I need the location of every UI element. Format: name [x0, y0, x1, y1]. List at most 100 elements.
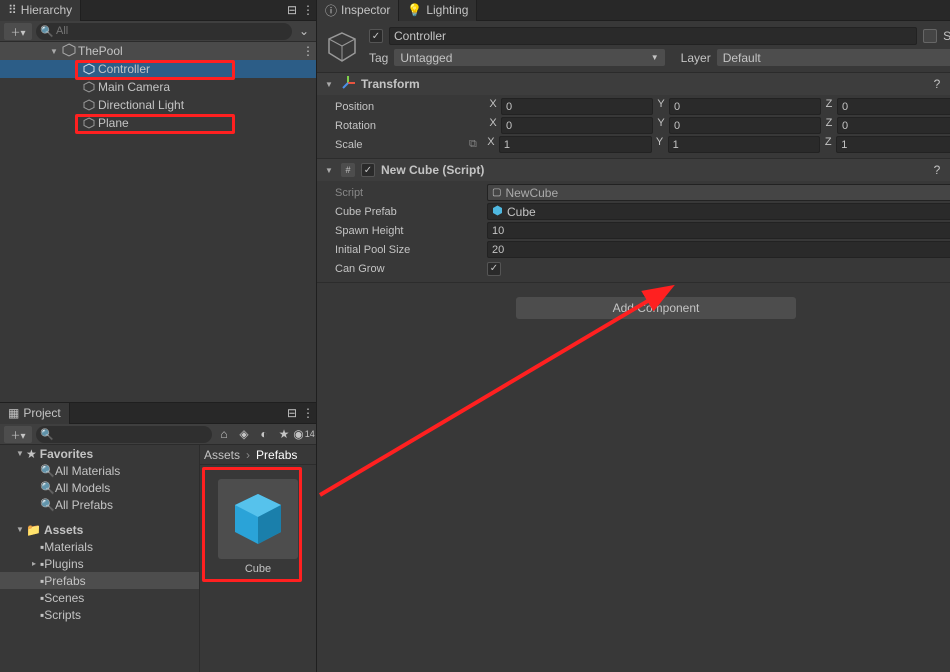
chevron-right-icon: ›	[246, 448, 250, 462]
scale-x-input[interactable]	[499, 136, 652, 153]
folder-label: Plugins	[44, 557, 83, 571]
gameobject-enabled-checkbox[interactable]: ✓	[369, 29, 383, 43]
search-icon: 🔍	[40, 498, 55, 512]
static-label: Static	[943, 29, 950, 43]
assets-label: Assets	[44, 523, 83, 537]
add-component-button[interactable]: Add Component	[516, 297, 796, 319]
folder-item[interactable]: ▪ Scenes	[0, 589, 199, 606]
scene-menu-icon[interactable]: ⋮	[300, 43, 316, 59]
hierarchy-item-dirlight[interactable]: Directional Light	[0, 96, 316, 114]
foldout-icon[interactable]: ▼	[323, 166, 335, 175]
project-tab[interactable]: ▦ Project	[0, 403, 70, 424]
hierarchy-search-input[interactable]	[56, 25, 286, 37]
position-y-input[interactable]	[669, 98, 821, 115]
breadcrumb-item[interactable]: Prefabs	[256, 448, 297, 462]
asset-grid[interactable]: Cube	[200, 465, 316, 672]
asset-item-cube[interactable]: Cube	[214, 479, 302, 575]
position-z-input[interactable]	[837, 98, 950, 115]
hierarchy-item-plane[interactable]: Plane	[0, 114, 316, 132]
hierarchy-tree[interactable]: ▼ ThePool ⋮ Controller Main Camera	[0, 42, 316, 402]
hierarchy-item-label: Plane	[98, 116, 129, 130]
script-reference-field[interactable]: ▢NewCube ◉	[487, 184, 950, 201]
fav-item[interactable]: 🔍 All Models	[0, 479, 199, 496]
folder-item-prefabs[interactable]: ▪ Prefabs	[0, 572, 199, 589]
layer-dropdown[interactable]: Default ▼	[717, 49, 950, 66]
rotation-x-input[interactable]	[501, 117, 653, 134]
transform-icon	[341, 76, 355, 93]
folder-label: Scenes	[44, 591, 84, 605]
component-enabled-checkbox[interactable]: ✓	[361, 163, 375, 177]
tag-dropdown[interactable]: Untagged ▼	[394, 49, 664, 66]
panel-menu-icon[interactable]: ⋮	[300, 2, 316, 18]
favorites-header[interactable]: ▼ ★ Favorites	[0, 445, 199, 462]
rotation-z-input[interactable]	[837, 117, 950, 134]
add-component-label: Add Component	[613, 301, 700, 315]
breadcrumb-item[interactable]: Assets	[204, 448, 240, 462]
search-icon: 🔍	[40, 428, 54, 441]
foldout-icon[interactable]: ▼	[323, 80, 335, 89]
hierarchy-item-controller[interactable]: Controller	[0, 60, 316, 78]
constrain-icon[interactable]: ⧉	[469, 138, 477, 151]
asset-thumbnail	[218, 479, 298, 559]
foldout-icon[interactable]: ▼	[48, 47, 60, 56]
cubeprefab-field[interactable]: Cube ◉	[487, 203, 950, 220]
fav-item[interactable]: 🔍 All Materials	[0, 462, 199, 479]
folder-item[interactable]: ▪ Materials	[0, 538, 199, 555]
gameobject-large-icon[interactable]	[325, 30, 359, 64]
assets-header[interactable]: ▼ 📁 Assets	[0, 521, 199, 538]
spawnheight-input[interactable]	[487, 222, 950, 239]
hierarchy-dropdown-icon[interactable]: ⌄	[296, 23, 312, 39]
folder-label: Materials	[44, 540, 93, 554]
project-search-input[interactable]	[56, 428, 206, 440]
prefab-icon	[492, 205, 503, 219]
scene-row[interactable]: ▼ ThePool ⋮	[0, 42, 316, 60]
lock-icon[interactable]: ⊟	[284, 2, 300, 18]
scene-name: ThePool	[78, 44, 123, 58]
hierarchy-item-label: Directional Light	[98, 98, 184, 112]
search-folder-icon[interactable]: ⌂	[216, 426, 232, 442]
search-type-icon[interactable]: ◈	[236, 426, 252, 442]
lighting-tab[interactable]: 💡 Lighting	[399, 0, 477, 21]
folder-item[interactable]: ▪ Scripts	[0, 606, 199, 623]
visibility-icon[interactable]: ◉14	[296, 426, 312, 442]
light-icon: 💡	[407, 3, 422, 17]
script-icon: #	[341, 163, 355, 177]
gameobject-name-input[interactable]	[389, 27, 917, 45]
panel-menu-icon[interactable]: ⋮	[300, 405, 316, 421]
info-icon: ⓘ	[325, 2, 337, 19]
add-gameobject-button[interactable]: ＋▾	[4, 23, 32, 40]
help-icon[interactable]: ?	[929, 76, 945, 92]
position-x-input[interactable]	[501, 98, 653, 115]
folder-item[interactable]: ▸▪ Plugins	[0, 555, 199, 572]
fav-item-label: All Materials	[55, 464, 120, 478]
component-title: New Cube (Script)	[381, 163, 923, 177]
fav-item[interactable]: 🔍 All Prefabs	[0, 496, 199, 513]
tag-value: Untagged	[400, 51, 452, 65]
help-icon[interactable]: ?	[929, 162, 945, 178]
spawnheight-label: Spawn Height	[323, 225, 483, 237]
scale-y-input[interactable]	[668, 136, 821, 153]
cangrow-label: Can Grow	[323, 263, 483, 275]
initialpool-input[interactable]	[487, 241, 950, 258]
scale-label: Scale	[323, 139, 483, 151]
favorite-icon[interactable]: ★	[276, 426, 292, 442]
project-tab-label: Project	[23, 406, 60, 420]
gameobject-icon	[82, 98, 96, 112]
project-search[interactable]: 🔍	[36, 426, 212, 443]
lock-icon[interactable]: ⊟	[284, 405, 300, 421]
cangrow-checkbox[interactable]: ✓	[487, 262, 501, 276]
inspector-tab[interactable]: ⓘ Inspector	[317, 0, 399, 21]
scale-z-input[interactable]	[836, 136, 950, 153]
project-tree[interactable]: ▼ ★ Favorites 🔍 All Materials 🔍 All Mode…	[0, 445, 200, 672]
hierarchy-item-label: Main Camera	[98, 80, 170, 94]
tag-label: Tag	[369, 51, 388, 65]
search-label-icon[interactable]: ◐	[256, 426, 272, 442]
hierarchy-search[interactable]: 🔍	[36, 23, 292, 40]
rotation-y-input[interactable]	[669, 117, 821, 134]
static-checkbox[interactable]	[923, 29, 937, 43]
hierarchy-tab[interactable]: ⠿ Hierarchy	[0, 0, 81, 21]
add-asset-button[interactable]: ＋▾	[4, 426, 32, 443]
cubeprefab-value: Cube	[507, 205, 536, 219]
gameobject-icon	[82, 80, 96, 94]
hierarchy-item-maincamera[interactable]: Main Camera	[0, 78, 316, 96]
